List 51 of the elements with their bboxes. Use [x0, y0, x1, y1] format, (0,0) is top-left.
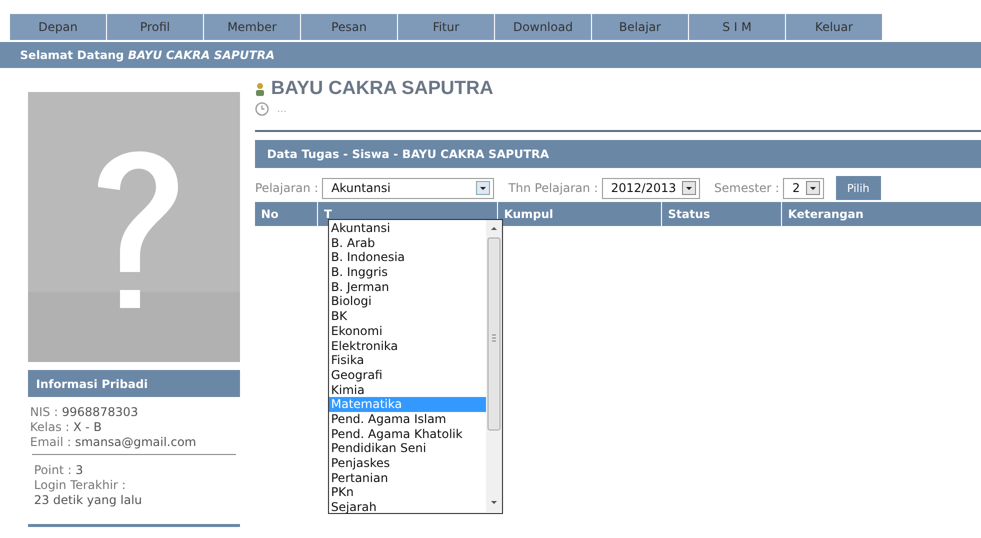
- nav-tab[interactable]: S I M: [689, 14, 786, 40]
- year-select[interactable]: 2012/2013: [602, 178, 700, 198]
- section-title: Informasi Pribadi: [36, 376, 148, 390]
- dropdown-option[interactable]: Biologi: [329, 294, 486, 310]
- dropdown-option[interactable]: B. Indonesia: [329, 250, 486, 266]
- dropdown-option[interactable]: Penjaskes: [329, 456, 486, 471]
- nav-tab[interactable]: Belajar: [592, 14, 689, 40]
- dropdown-option[interactable]: BK: [329, 309, 486, 324]
- user-icon: [255, 82, 265, 96]
- info-line: Email : smansa@gmail.com: [30, 435, 198, 450]
- last-login-text: 23 detik yang lalu: [34, 493, 144, 508]
- field-label: Semester :: [714, 181, 780, 195]
- page-title: BAYU CAKRA SAPUTRA: [271, 78, 494, 100]
- semester-select[interactable]: 2: [783, 178, 824, 198]
- welcome-text: Selamat Datang BAYU CAKRA SAPUTRA: [20, 48, 275, 62]
- subject-select[interactable]: Akuntansi: [322, 178, 494, 198]
- nav-tab[interactable]: Pesan: [301, 14, 398, 40]
- info-line: NIS : 9968878303: [30, 405, 140, 420]
- column-header: Keterangan: [787, 206, 865, 223]
- field-label: Pelajaran :: [255, 181, 318, 195]
- nav-tab[interactable]: Download: [495, 14, 592, 40]
- dropdown-option[interactable]: Pend. Agama Islam: [329, 412, 486, 427]
- dropdown-option[interactable]: Geografi: [329, 368, 486, 383]
- scrollbar[interactable]: [486, 220, 502, 512]
- dropdown-option[interactable]: Elektronika: [329, 338, 486, 354]
- dropdown-option[interactable]: Ekonomi: [329, 324, 486, 338]
- dropdown-option[interactable]: Sejarah: [329, 500, 486, 515]
- dropdown-option[interactable]: Kimia: [329, 382, 486, 398]
- panel-title: Data Tugas - Siswa - BAYU CAKRA SAPUTRA: [267, 147, 549, 161]
- nav-tab[interactable]: Member: [204, 14, 301, 40]
- column-header: No: [255, 202, 318, 226]
- dropdown-option[interactable]: Pendidikan Seni: [329, 441, 486, 456]
- pilih-button[interactable]: Pilih: [836, 176, 881, 200]
- info-line: Point : 3: [34, 463, 84, 478]
- nav-tab[interactable]: Fitur: [398, 14, 495, 40]
- info-line: Login Terakhir :: [34, 478, 127, 493]
- dropdown-option[interactable]: Pertanian: [329, 470, 486, 486]
- nav-tab[interactable]: Profil: [107, 14, 204, 40]
- nav-tab[interactable]: Keluar: [786, 14, 883, 40]
- field-label: Thn Pelajaran :: [508, 181, 598, 195]
- info-line: Kelas : X - B: [30, 420, 103, 435]
- clock-icon: [255, 102, 269, 116]
- subtitle-text: ...: [277, 104, 287, 114]
- dropdown-option[interactable]: B. Jerman: [329, 280, 486, 294]
- dropdown-option[interactable]: Pend. Agama Khatolik: [329, 426, 486, 442]
- dropdown-option[interactable]: Fisika: [329, 353, 486, 368]
- column-header: Status: [662, 202, 782, 226]
- dropdown-option[interactable]: B. Inggris: [329, 265, 486, 280]
- dropdown-option[interactable]: PKn: [329, 485, 486, 500]
- nav-tab[interactable]: Depan: [10, 14, 107, 40]
- dropdown-option[interactable]: B. Arab: [329, 236, 486, 250]
